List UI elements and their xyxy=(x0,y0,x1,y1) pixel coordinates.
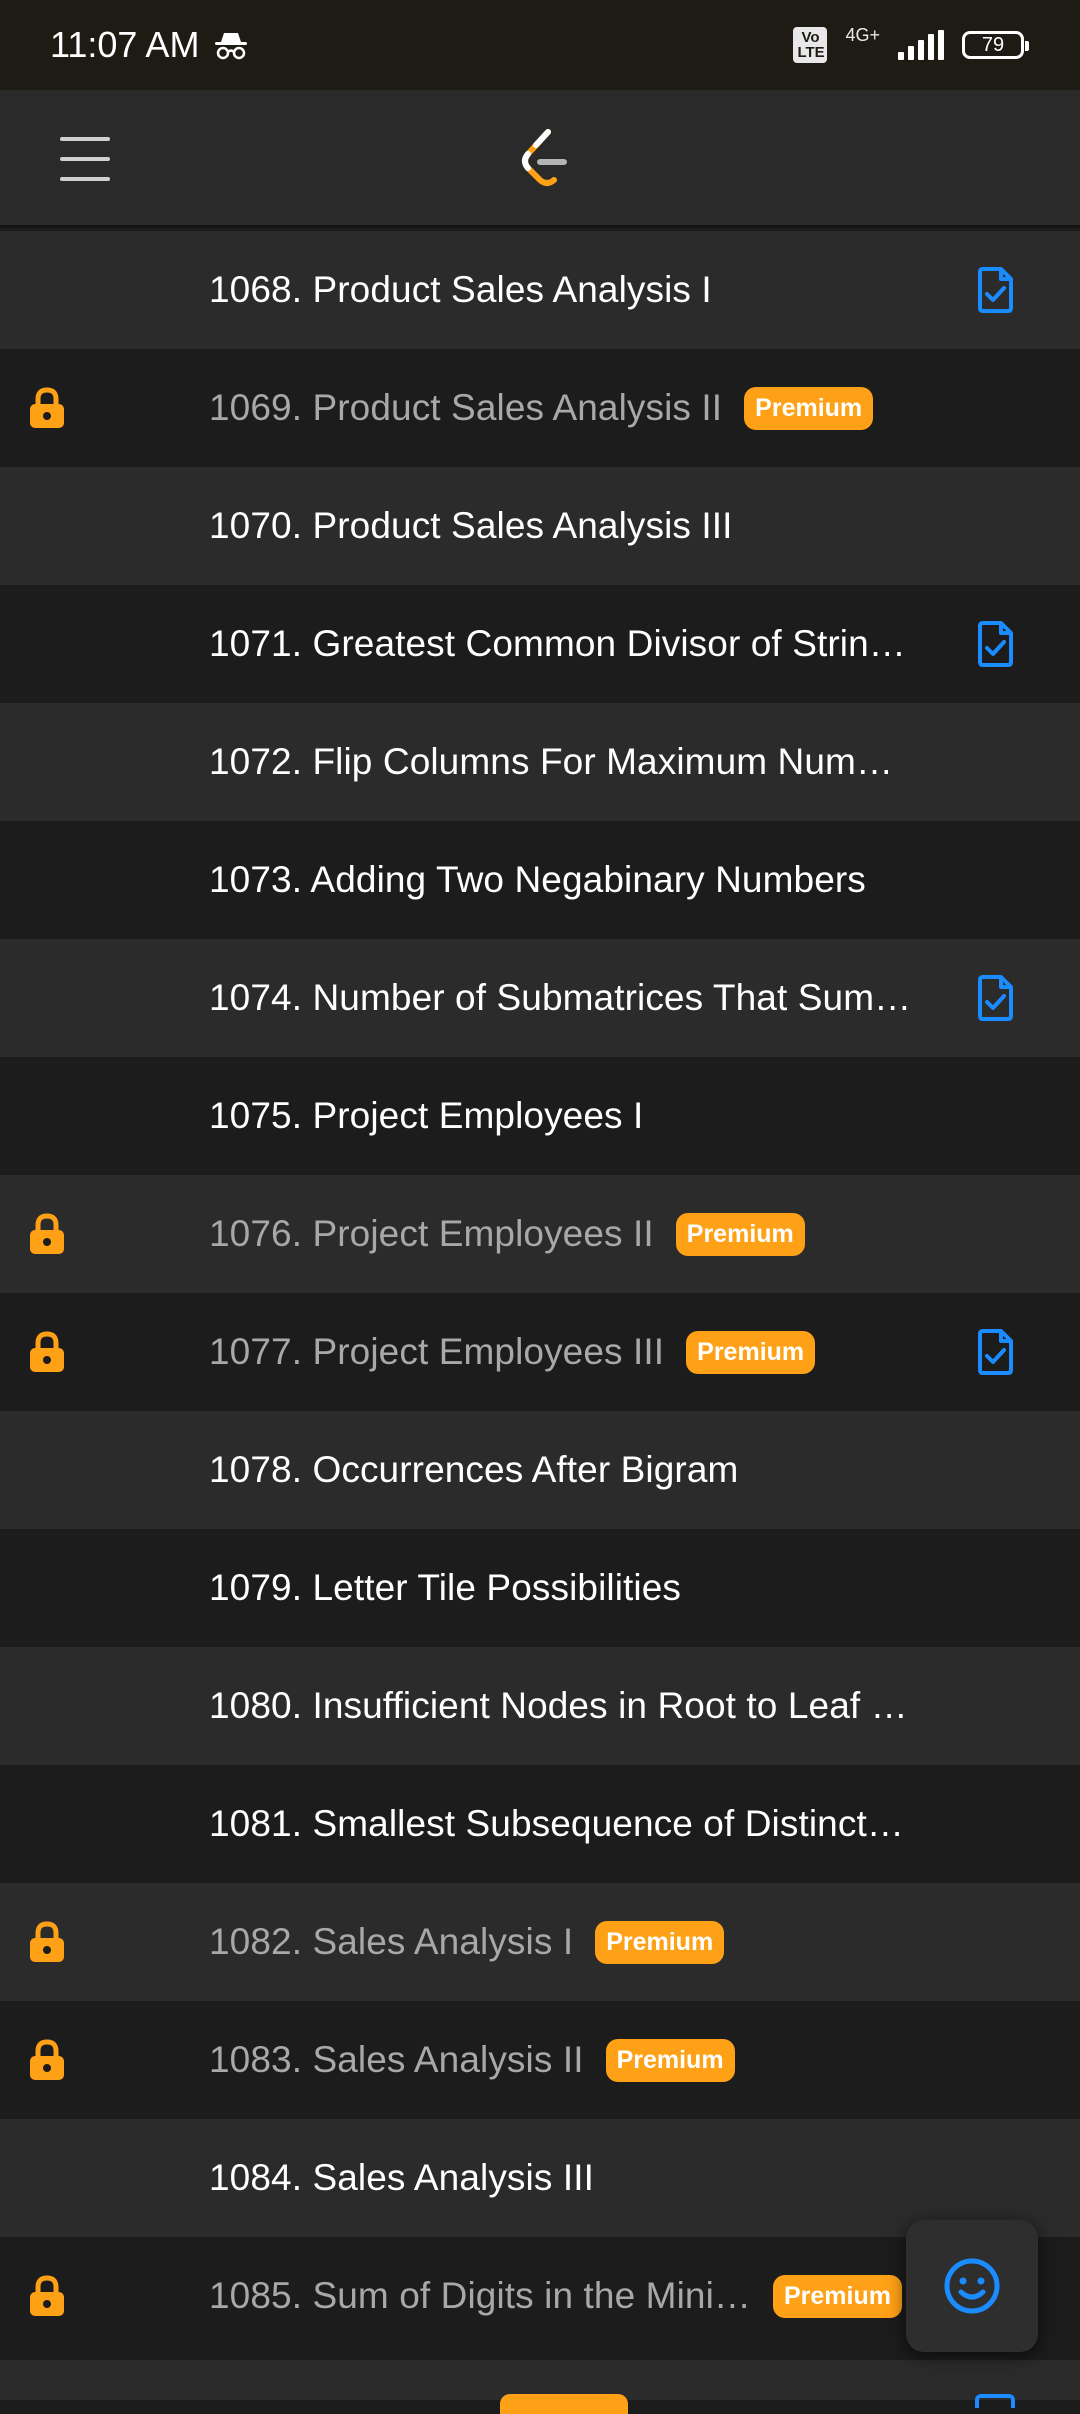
problem-title-wrap: 1074. Number of Submatrices That Sum… xyxy=(209,939,911,1057)
problem-row[interactable]: 1073. Adding Two Negabinary Numbers xyxy=(0,821,1080,939)
problem-row[interactable]: 1081. Smallest Subsequence of Distinct… xyxy=(0,1765,1080,1883)
problem-title-wrap: 1071. Greatest Common Divisor of Strin… xyxy=(209,585,906,703)
lock-icon xyxy=(30,387,64,428)
problem-row[interactable]: 1071. Greatest Common Divisor of Strin… xyxy=(0,585,1080,703)
partial-list-row xyxy=(0,2360,1080,2414)
problem-title-wrap: 1084. Sales Analysis III xyxy=(209,2119,594,2237)
lock-icon xyxy=(30,2275,64,2316)
lock-icon xyxy=(30,1331,64,1372)
signal-icon xyxy=(898,30,944,60)
problem-title-wrap: 1081. Smallest Subsequence of Distinct… xyxy=(209,1765,904,1883)
problem-row[interactable]: 1072. Flip Columns For Maximum Num… xyxy=(0,703,1080,821)
partial-solved-icon xyxy=(975,2394,1015,2408)
problem-title-wrap: 1085. Sum of Digits in the Mini… Premium xyxy=(209,2237,902,2355)
solved-note-icon[interactable] xyxy=(975,1329,1015,1375)
problem-row[interactable]: 1075. Project Employees I xyxy=(0,1057,1080,1175)
status-left: 11:07 AM xyxy=(50,24,249,66)
problem-row[interactable]: 1083. Sales Analysis II Premium xyxy=(0,2001,1080,2119)
network-type: 4G+ xyxy=(845,24,880,45)
problem-list: 1068. Product Sales Analysis I 1069. Prod… xyxy=(0,231,1080,2355)
problem-title-wrap: 1069. Product Sales Analysis II Premium xyxy=(209,349,874,467)
leetcode-logo-icon[interactable] xyxy=(514,126,574,192)
status-time: 11:07 AM xyxy=(50,24,200,65)
problem-title: 1081. Smallest Subsequence of Distinct… xyxy=(209,1803,904,1844)
problem-title: 1078. Occurrences After Bigram xyxy=(209,1449,739,1490)
problem-title-wrap: 1082. Sales Analysis I Premium xyxy=(209,1883,725,2001)
battery-level: 79 xyxy=(981,33,1005,56)
feedback-button[interactable] xyxy=(906,2220,1038,2352)
problem-title-wrap: 1070. Product Sales Analysis III xyxy=(209,467,733,585)
problem-title: 1076. Project Employees II xyxy=(209,1213,654,1254)
problem-row[interactable]: 1079. Letter Tile Possibilities xyxy=(0,1529,1080,1647)
problem-row[interactable]: 1082. Sales Analysis I Premium xyxy=(0,1883,1080,2001)
premium-badge: Premium xyxy=(675,1212,805,1256)
premium-badge: Premium xyxy=(605,2038,735,2082)
premium-badge: Premium xyxy=(595,1920,725,1964)
problem-title: 1082. Sales Analysis I xyxy=(209,1921,574,1962)
solved-note-icon[interactable] xyxy=(975,621,1015,667)
problem-title: 1075. Project Employees I xyxy=(209,1095,644,1136)
lock-icon xyxy=(30,1921,64,1962)
partial-premium-badge xyxy=(500,2394,628,2414)
problem-row[interactable]: 1078. Occurrences After Bigram xyxy=(0,1411,1080,1529)
problem-title: 1073. Adding Two Negabinary Numbers xyxy=(209,859,866,900)
problem-title: 1072. Flip Columns For Maximum Num… xyxy=(209,741,894,782)
problem-title: 1077. Project Employees III xyxy=(209,1331,665,1372)
volte-indicator: Vo LTE xyxy=(793,27,828,63)
premium-badge: Premium xyxy=(686,1330,816,1374)
premium-badge: Premium xyxy=(773,2274,902,2318)
problem-title: 1074. Number of Submatrices That Sum… xyxy=(209,977,912,1018)
menu-button[interactable] xyxy=(60,134,110,184)
problem-title-wrap: 1077. Project Employees III Premium xyxy=(209,1293,816,1411)
problem-title-wrap: 1075. Project Employees I xyxy=(209,1057,643,1175)
solved-note-icon[interactable] xyxy=(975,267,1015,313)
problem-title: 1079. Letter Tile Possibilities xyxy=(209,1567,682,1608)
problem-title: 1080. Insufficient Nodes in Root to Leaf… xyxy=(209,1685,908,1726)
problem-title: 1084. Sales Analysis III xyxy=(209,2157,594,2198)
problem-row[interactable]: 1068. Product Sales Analysis I xyxy=(0,231,1080,349)
problem-row[interactable]: 1077. Project Employees III Premium xyxy=(0,1293,1080,1411)
problem-title-wrap: 1083. Sales Analysis II Premium xyxy=(209,2001,735,2119)
problem-row[interactable]: 1084. Sales Analysis III xyxy=(0,2119,1080,2237)
incognito-icon xyxy=(215,33,248,60)
lock-icon xyxy=(30,2039,64,2080)
problem-title-wrap: 1078. Occurrences After Bigram xyxy=(209,1411,738,1529)
problem-title-wrap: 1076. Project Employees II Premium xyxy=(209,1175,805,1293)
problem-title-wrap: 1072. Flip Columns For Maximum Num… xyxy=(209,703,893,821)
smiley-face-icon xyxy=(944,2258,1000,2314)
problem-title: 1085. Sum of Digits in the Mini… xyxy=(209,2275,751,2316)
lock-icon xyxy=(30,1213,64,1254)
problem-title: 1071. Greatest Common Divisor of Strin… xyxy=(209,623,906,664)
problem-row[interactable]: 1074. Number of Submatrices That Sum… xyxy=(0,939,1080,1057)
problem-title: 1070. Product Sales Analysis III xyxy=(209,505,733,546)
status-right: Vo LTE 4G+ 79 xyxy=(793,24,1029,63)
problem-title-wrap: 1080. Insufficient Nodes in Root to Leaf… xyxy=(209,1647,908,1765)
problem-row[interactable]: 1080. Insufficient Nodes in Root to Leaf… xyxy=(0,1647,1080,1765)
app-bar xyxy=(0,90,1080,228)
status-bar: 11:07 AM Vo LTE 4G+ 79 xyxy=(0,0,1080,90)
problem-title-wrap: 1079. Letter Tile Possibilities xyxy=(209,1529,681,1647)
problem-title-wrap: 1073. Adding Two Negabinary Numbers xyxy=(209,821,866,939)
problem-title: 1069. Product Sales Analysis II xyxy=(209,387,723,428)
problem-row[interactable]: 1076. Project Employees II Premium xyxy=(0,1175,1080,1293)
problem-title: 1068. Product Sales Analysis I xyxy=(209,269,712,310)
premium-badge: Premium xyxy=(744,386,874,430)
problem-title: 1083. Sales Analysis II xyxy=(209,2039,584,2080)
battery-icon: 79 xyxy=(962,31,1029,59)
solved-note-icon[interactable] xyxy=(975,975,1015,1021)
problem-row[interactable]: 1069. Product Sales Analysis II Premium xyxy=(0,349,1080,467)
problem-row[interactable]: 1070. Product Sales Analysis III xyxy=(0,467,1080,585)
problem-title-wrap: 1068. Product Sales Analysis I xyxy=(209,231,712,349)
